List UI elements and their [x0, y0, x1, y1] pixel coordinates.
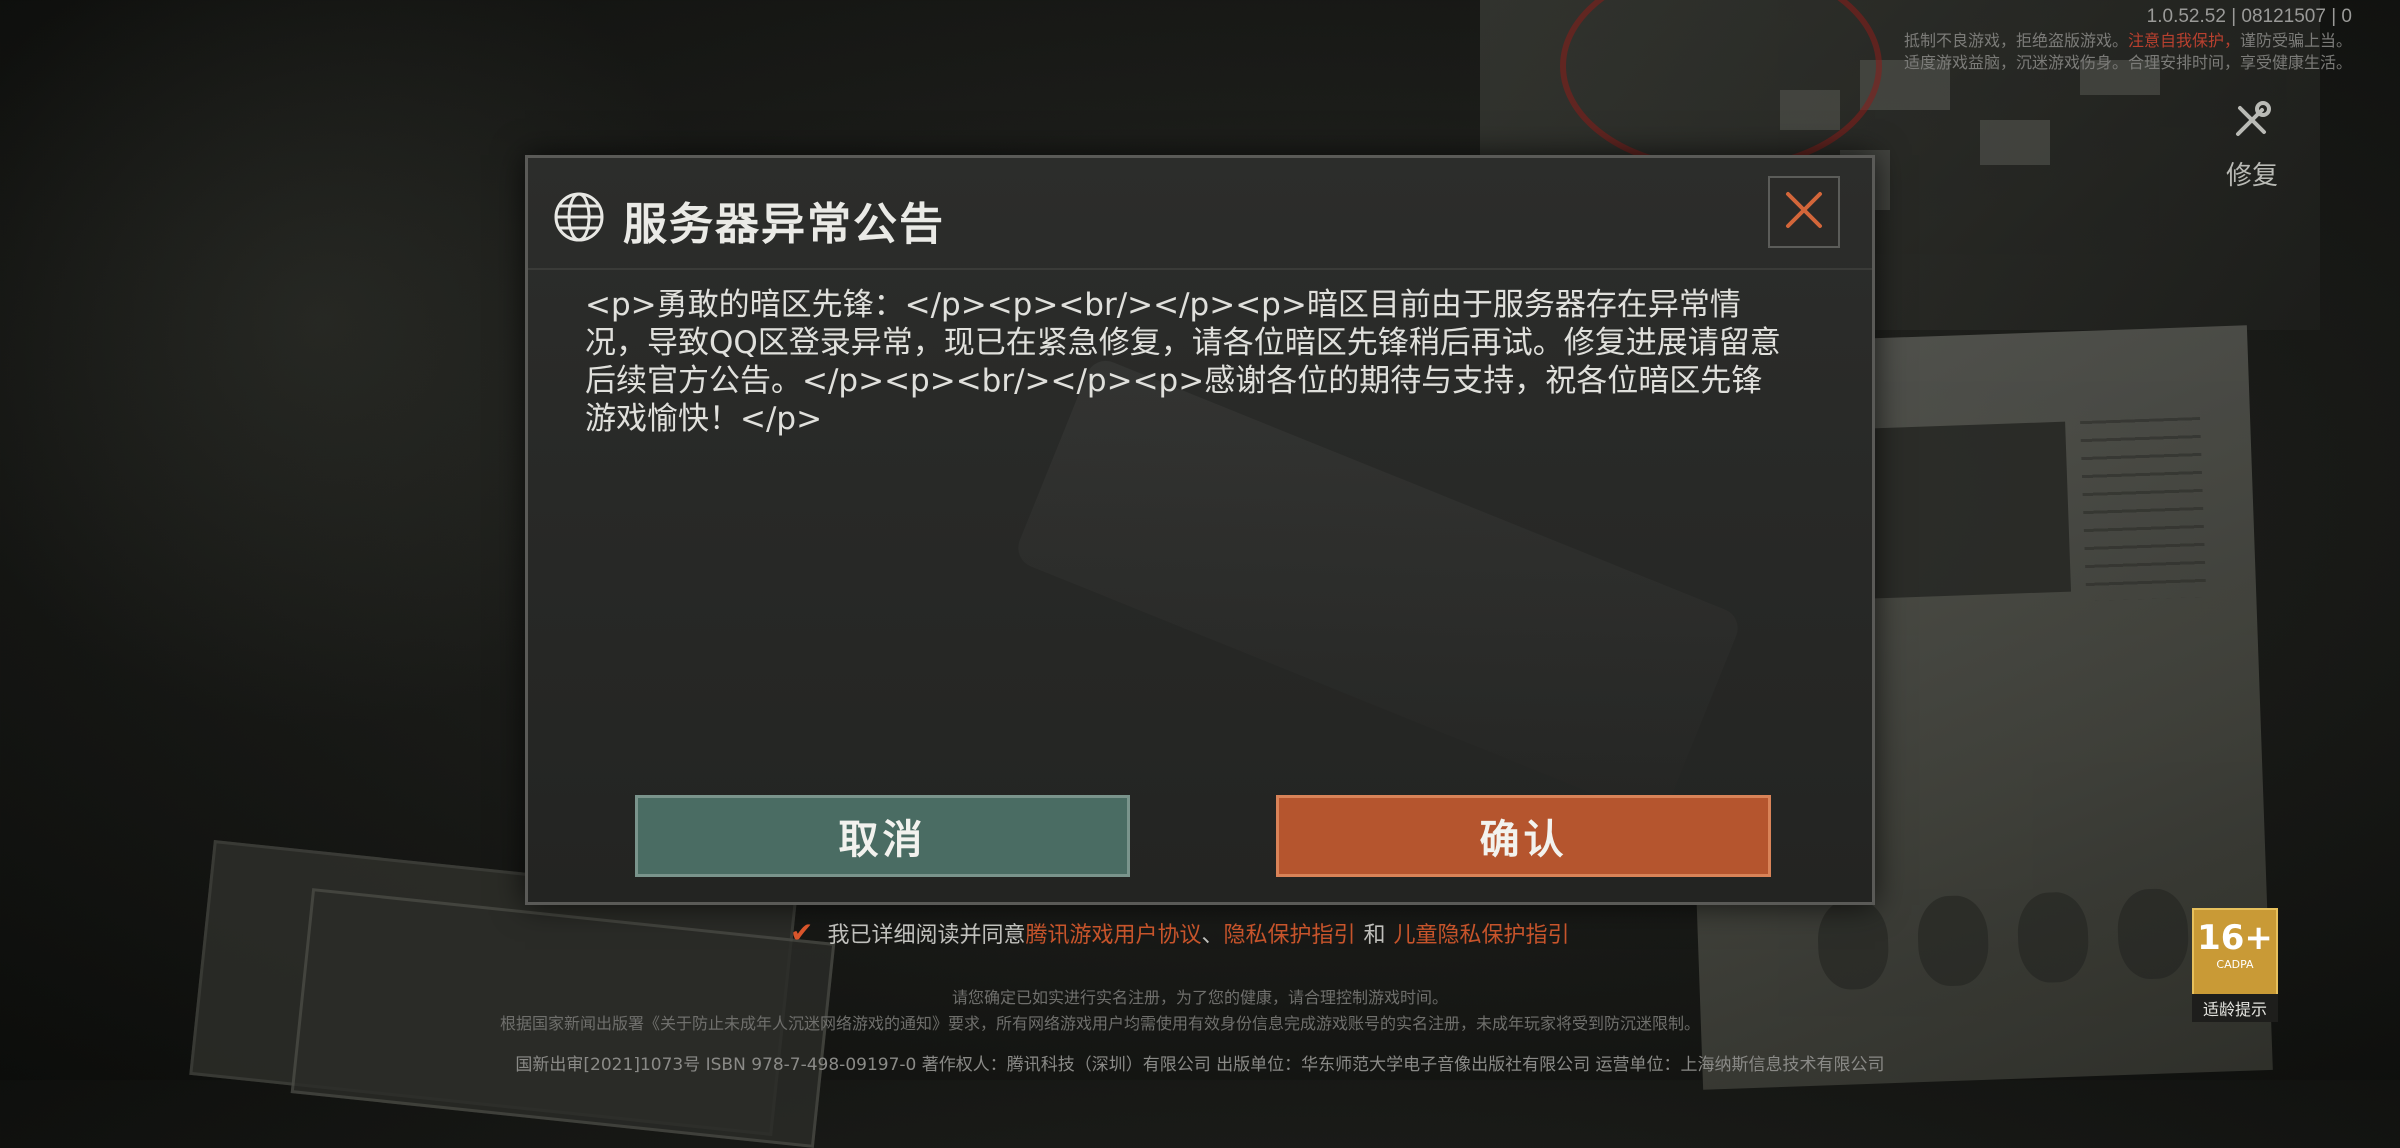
cancel-button[interactable]: 取消 [635, 795, 1130, 877]
version-label: 1.0.52.52 | 08121507 | 0 [2146, 6, 2352, 27]
agreement-separator: 、 [1201, 922, 1224, 948]
notice-text: 适度游戏益脑，沉迷游戏伤身。合理安排时间，享受健康生活。 [1903, 53, 2352, 72]
health-notice: 抵制不良游戏，拒绝盗版游戏。注意自我保护，谨防受骗上当。 适度游戏益脑，沉迷游戏… [1792, 30, 2352, 74]
notice-text: 谨防受骗上当。 [2239, 31, 2352, 50]
agreement-text: 我已详细阅读并同意 [827, 922, 1026, 948]
agreement-row: ✔ 我已详细阅读并同意 腾讯游戏用户协议 、 隐私保护指引 和 儿童隐私保护指引 [790, 916, 1570, 949]
dialog-message: <p>勇敢的暗区先锋：</p><p><br/></p><p>暗区目前由于服务器存… [585, 287, 1781, 437]
notice-text: 抵制不良游戏，拒绝盗版游戏。 [1903, 31, 2128, 50]
anti-addiction-notice: 根据国家新闻出版署《关于防止未成年人沉迷网络游戏的通知》要求，所有网络游戏用户均… [500, 1014, 1701, 1033]
age-rating-tip: 适龄提示 [2192, 994, 2278, 1022]
close-button[interactable] [1768, 176, 1840, 248]
repair-label: 修复 [2225, 161, 2278, 191]
confirm-button[interactable]: 确认 [1276, 795, 1771, 877]
dialog-title: 服务器异常公告 [623, 199, 945, 250]
realname-reminder: 请您确定已如实进行实名注册，为了您的健康，请合理控制游戏时间。 [951, 988, 1448, 1007]
repair-button[interactable]: 修复 [2222, 98, 2282, 192]
wrench-icon [2222, 98, 2282, 151]
age-rating-number: 16+ [2197, 918, 2273, 958]
user-agreement-link[interactable]: 腾讯游戏用户协议 [1025, 917, 1201, 949]
agreement-separator: 和 [1363, 922, 1386, 948]
agreement-checkbox[interactable]: ✔ [790, 916, 813, 949]
age-rating-org: CADPA [2216, 958, 2254, 971]
dialog-header: 服务器异常公告 [528, 158, 1872, 270]
age-rating-badge[interactable]: 16+ CADPA 适龄提示 [2192, 908, 2278, 1022]
server-notice-dialog: 服务器异常公告 <p>勇敢的暗区先锋：</p><p><br/></p><p>暗区… [525, 155, 1875, 905]
close-icon [1782, 188, 1826, 236]
globe-icon [553, 191, 605, 243]
notice-highlight: 注意自我保护， [2127, 31, 2240, 50]
privacy-guide-link[interactable]: 隐私保护指引 [1224, 917, 1356, 949]
child-privacy-link[interactable]: 儿童隐私保护指引 [1394, 917, 1570, 949]
publication-info: 国新出审[2021]1073号 ISBN 978-7-498-09197-0 著… [515, 1055, 1885, 1075]
